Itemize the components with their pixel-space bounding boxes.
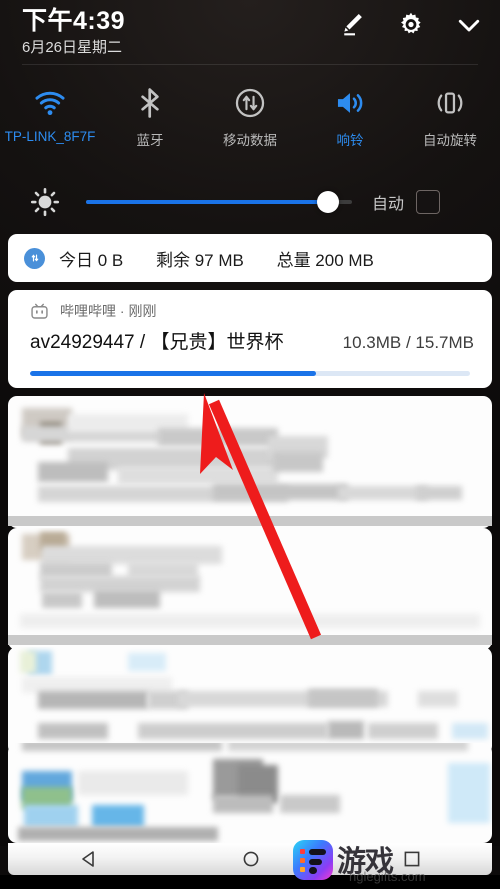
blurred-card-3[interactable] (8, 647, 492, 755)
card-gap-divider-2 (8, 635, 492, 645)
data-usage-icon (24, 247, 45, 269)
data-usage-total: 总量 200 MB (276, 250, 374, 270)
shade-header: 下午4:39 6月26日星期二 (0, 0, 500, 72)
blurred-card-2[interactable] (8, 528, 492, 650)
home-circle-icon[interactable] (239, 847, 263, 871)
bluetooth-icon (141, 88, 159, 118)
status-time: 下午4:39 (22, 7, 126, 35)
brightness-auto-checkbox[interactable] (416, 190, 441, 214)
edit-icon[interactable] (338, 10, 368, 40)
download-notification-card[interactable]: 哔哩哔哩 · 刚刚 av24929447 / 【兄贵】世界杯 10.3MB / … (8, 290, 492, 388)
notification-app-name: 哔哩哔哩 (60, 303, 116, 319)
notification-header: 哔哩哔哩 · 刚刚 (8, 290, 492, 321)
quick-toggle-mobile-data[interactable]: 移动数据 (200, 80, 300, 160)
quick-toggle-row: TP-LINK_8F7F 蓝牙 移动数据 响铃 自动旋转 (0, 80, 500, 160)
brightness-auto-label: 自动 (372, 196, 405, 213)
slider-fill (86, 200, 329, 204)
data-usage-remaining: 剩余 97 MB (155, 250, 244, 270)
quick-toggle-label: 移动数据 (223, 133, 277, 148)
data-usage-row: 今日 0 B 剩余 97 MB 总量 200 MB (8, 234, 492, 282)
blurred-card-4[interactable] (8, 743, 492, 843)
quick-toggle-wifi[interactable]: TP-LINK_8F7F (0, 80, 100, 160)
quick-toggle-label: 自动旋转 (423, 133, 477, 148)
clock-block: 下午4:39 6月26日星期二 (22, 6, 125, 59)
notification-size: 10.3MB / 15.7MB (342, 333, 474, 352)
data-usage-card[interactable]: 今日 0 B 剩余 97 MB 总量 200 MB (8, 234, 492, 282)
notification-title: av24929447 / 【兄贵】世界杯 (30, 332, 284, 353)
quick-toggle-label: 响铃 (336, 133, 364, 148)
settings-gear-icon[interactable] (396, 10, 426, 40)
notification-time: 刚刚 (128, 303, 157, 319)
notification-app-line: 哔哩哔哩 · 刚刚 (60, 301, 156, 321)
notification-body: av24929447 / 【兄贵】世界杯 10.3MB / 15.7MB (8, 321, 492, 354)
header-actions (338, 10, 484, 40)
blurred-card-1[interactable] (8, 396, 492, 528)
mobile-data-icon (235, 88, 265, 118)
screen-bottom-bezel (0, 875, 500, 889)
system-navbar (8, 843, 492, 875)
quick-toggle-auto-rotate[interactable]: 自动旋转 (400, 80, 500, 160)
data-usage-text: 今日 0 B 剩余 97 MB 总量 200 MB (59, 246, 402, 271)
volume-icon (337, 93, 363, 113)
recents-square-icon[interactable] (400, 847, 424, 871)
quick-toggle-bluetooth[interactable]: 蓝牙 (100, 80, 200, 160)
download-progress-bar (30, 371, 470, 376)
phone-screen: 下午4:39 6月26日星期二 TP-LINK_8F7F 蓝牙 移动数据 响铃 … (0, 0, 500, 889)
brightness-slider[interactable] (86, 191, 352, 213)
slider-thumb[interactable] (317, 191, 340, 213)
auto-rotate-icon (437, 92, 463, 114)
back-triangle-icon[interactable] (76, 847, 102, 871)
status-date: 6月26日星期二 (22, 39, 123, 56)
notification-separator: · (119, 303, 125, 319)
brightness-sun-icon (30, 187, 60, 217)
data-usage-today: 今日 0 B (59, 250, 124, 270)
card-gap-divider-1 (8, 516, 492, 526)
download-progress-fill (30, 371, 316, 376)
quick-toggle-label: 蓝牙 (136, 133, 164, 148)
bilibili-tv-icon (31, 303, 48, 319)
header-divider (22, 64, 478, 65)
wifi-icon (35, 91, 65, 116)
quick-toggle-label: TP-LINK_8F7F (4, 129, 96, 144)
quick-toggle-ringer[interactable]: 响铃 (300, 80, 400, 160)
chevron-down-icon[interactable] (454, 10, 484, 40)
brightness-row: 自动 (0, 178, 500, 226)
